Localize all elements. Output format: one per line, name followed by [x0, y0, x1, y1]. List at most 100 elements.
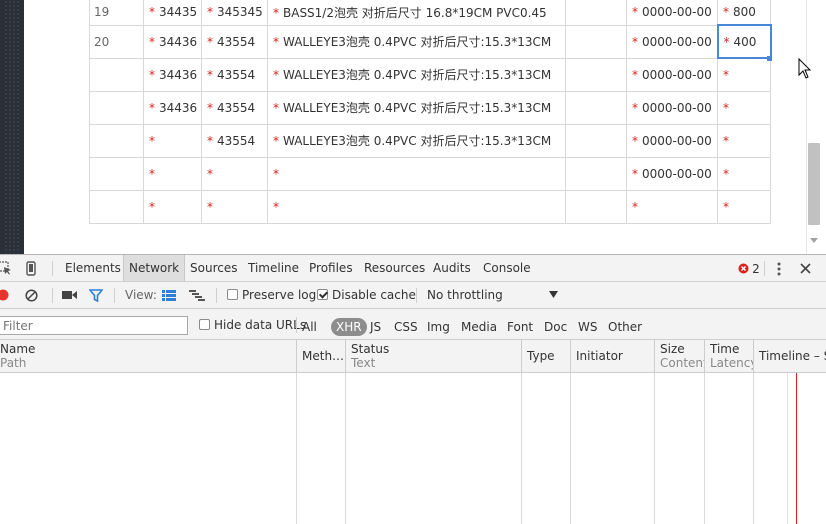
- column-type[interactable]: Type: [522, 340, 571, 373]
- overview-view-button[interactable]: [188, 288, 206, 302]
- table-cell[interactable]: *: [717, 90, 771, 125]
- hide-data-urls-checkbox[interactable]: Hide data URLs: [199, 318, 306, 332]
- column-timeline-label: Timeline – S: [759, 349, 826, 363]
- record-button[interactable]: [0, 288, 10, 302]
- table-cell[interactable]: *: [267, 156, 566, 191]
- large-rows-view-button[interactable]: [161, 288, 177, 302]
- row-number: 19: [94, 5, 110, 20]
- filter-type-css[interactable]: CSS: [390, 318, 422, 336]
- required-mark: *: [723, 67, 729, 82]
- column-type-label: Type: [527, 349, 555, 363]
- table-cell[interactable]: [565, 189, 627, 224]
- table-cell[interactable]: * 43554: [201, 90, 268, 125]
- inspect-element-icon[interactable]: [0, 260, 12, 276]
- filter-input[interactable]: [0, 316, 188, 335]
- column-status[interactable]: Status Text: [346, 340, 522, 373]
- table-cell[interactable]: * 0000-00-00: [626, 24, 718, 59]
- required-mark: *: [149, 199, 155, 214]
- filter-type-media[interactable]: Media: [457, 318, 501, 336]
- table-cell[interactable]: * 0000-00-00: [626, 156, 718, 191]
- filter-type-doc[interactable]: Doc: [540, 318, 571, 336]
- tab-elements[interactable]: Elements: [60, 255, 126, 281]
- table-cell[interactable]: *: [143, 123, 202, 158]
- table-cell[interactable]: [565, 156, 627, 191]
- clear-button[interactable]: [24, 288, 38, 302]
- table-cell[interactable]: [565, 0, 627, 26]
- scroll-down-arrow-icon[interactable]: [810, 238, 818, 243]
- table-cell[interactable]: *: [717, 123, 771, 158]
- table-cell[interactable]: * 43554: [201, 57, 268, 92]
- tab-timeline[interactable]: Timeline: [243, 255, 304, 281]
- tab-network[interactable]: Network: [123, 255, 186, 281]
- column-method[interactable]: Meth…: [297, 340, 346, 373]
- table-cell[interactable]: * WALLEYE3泡壳 0.4PVC 对折后尺寸:15.3*13CM: [267, 57, 566, 92]
- filter-type-ws[interactable]: WS: [574, 318, 601, 336]
- separator: [416, 288, 417, 303]
- preserve-log-checkbox[interactable]: Preserve log: [227, 288, 316, 302]
- required-mark: *: [632, 199, 638, 214]
- filter-type-img[interactable]: Img: [423, 318, 454, 336]
- table-cell[interactable]: [565, 24, 627, 59]
- table-cell[interactable]: *: [717, 156, 771, 191]
- table-cell[interactable]: * 34436: [143, 24, 202, 59]
- tab-console[interactable]: Console: [478, 255, 536, 281]
- column-size[interactable]: Size Content: [655, 340, 705, 373]
- table-row: * 34436 * 43554 * WALLEYE3泡壳 0.4PVC 对折后尺寸:15.…: [89, 90, 771, 125]
- table-cell[interactable]: *: [201, 189, 268, 224]
- required-mark: *: [149, 133, 155, 148]
- table-cell[interactable]: *: [201, 156, 268, 191]
- tab-audits[interactable]: Audits: [428, 255, 476, 281]
- more-menu-icon[interactable]: [772, 261, 786, 276]
- filter-type-js[interactable]: JS: [366, 318, 385, 336]
- table-cell[interactable]: * 34435: [143, 0, 202, 26]
- table-cell[interactable]: * 345345: [201, 0, 268, 26]
- table-cell[interactable]: *: [143, 156, 202, 191]
- throttling-select[interactable]: No throttling: [427, 288, 559, 302]
- table-cell[interactable]: * 34436: [143, 90, 202, 125]
- table-cell[interactable]: *: [626, 189, 718, 224]
- filter-type-font[interactable]: Font: [503, 318, 537, 336]
- table-cell[interactable]: *: [717, 57, 771, 92]
- column-name[interactable]: Name Path: [0, 340, 297, 373]
- filter-toggle-button[interactable]: [88, 288, 104, 302]
- table-cell[interactable]: * WALLEYE3泡壳 0.4PVC 对折后尺寸:15.3*13CM: [267, 123, 566, 158]
- table-cell[interactable]: * 43554: [201, 24, 268, 59]
- table-cell[interactable]: * 0000-00-00: [626, 57, 718, 92]
- table-cell[interactable]: * BASS1/2泡壳 对折后尺寸 16.8*19CM PVC0.45: [267, 0, 566, 26]
- table-cell[interactable]: *: [143, 189, 202, 224]
- tab-resources[interactable]: Resources: [359, 255, 430, 281]
- data-grid: 19 * 34435 * 345345 * BASS1/2泡壳 对折后尺寸 16.8*19C…: [89, 0, 772, 224]
- close-icon[interactable]: [798, 261, 812, 276]
- table-cell[interactable]: * 800: [717, 0, 771, 26]
- disable-cache-checkbox[interactable]: Disable cache: [317, 288, 416, 302]
- table-cell[interactable]: * 43554: [201, 123, 268, 158]
- filter-type-xhr[interactable]: XHR: [331, 318, 367, 336]
- filter-type-other[interactable]: Other: [604, 318, 646, 336]
- table-cell[interactable]: * 400: [716, 24, 772, 59]
- table-cell[interactable]: [565, 90, 627, 125]
- tab-sources[interactable]: Sources: [185, 255, 242, 281]
- page-scrollbar-thumb[interactable]: [808, 143, 820, 225]
- table-cell[interactable]: * 34436: [143, 57, 202, 92]
- table-cell[interactable]: * 0000-00-00: [626, 0, 718, 26]
- table-cell[interactable]: * WALLEYE3泡壳 0.4PVC 对折后尺寸:15.3*13CM: [267, 24, 566, 59]
- capture-screenshots-button[interactable]: [61, 288, 77, 302]
- filter-type-all[interactable]: All: [298, 318, 321, 336]
- column-initiator[interactable]: Initiator: [571, 340, 655, 373]
- table-cell[interactable]: * 0000-00-00: [626, 90, 718, 125]
- device-mode-icon[interactable]: [24, 260, 38, 276]
- required-mark: *: [207, 166, 213, 181]
- table-cell[interactable]: *: [717, 189, 771, 224]
- table-cell[interactable]: [565, 57, 627, 92]
- column-time[interactable]: Time Latency: [705, 340, 754, 373]
- table-cell[interactable]: [565, 123, 627, 158]
- table-cell[interactable]: * WALLEYE3泡壳 0.4PVC 对折后尺寸:15.3*13CM: [267, 90, 566, 125]
- table-cell[interactable]: *: [267, 189, 566, 224]
- column-divider: [296, 373, 297, 524]
- cell-fill-handle[interactable]: [767, 56, 772, 61]
- column-timeline[interactable]: Timeline – S: [754, 340, 826, 373]
- table-cell[interactable]: * 0000-00-00: [626, 123, 718, 158]
- tab-profiles[interactable]: Profiles: [304, 255, 358, 281]
- cell-value: WALLEYE3泡壳 0.4PVC 对折后尺寸:15.3*13CM: [283, 68, 552, 82]
- error-counter[interactable]: 2: [733, 261, 765, 276]
